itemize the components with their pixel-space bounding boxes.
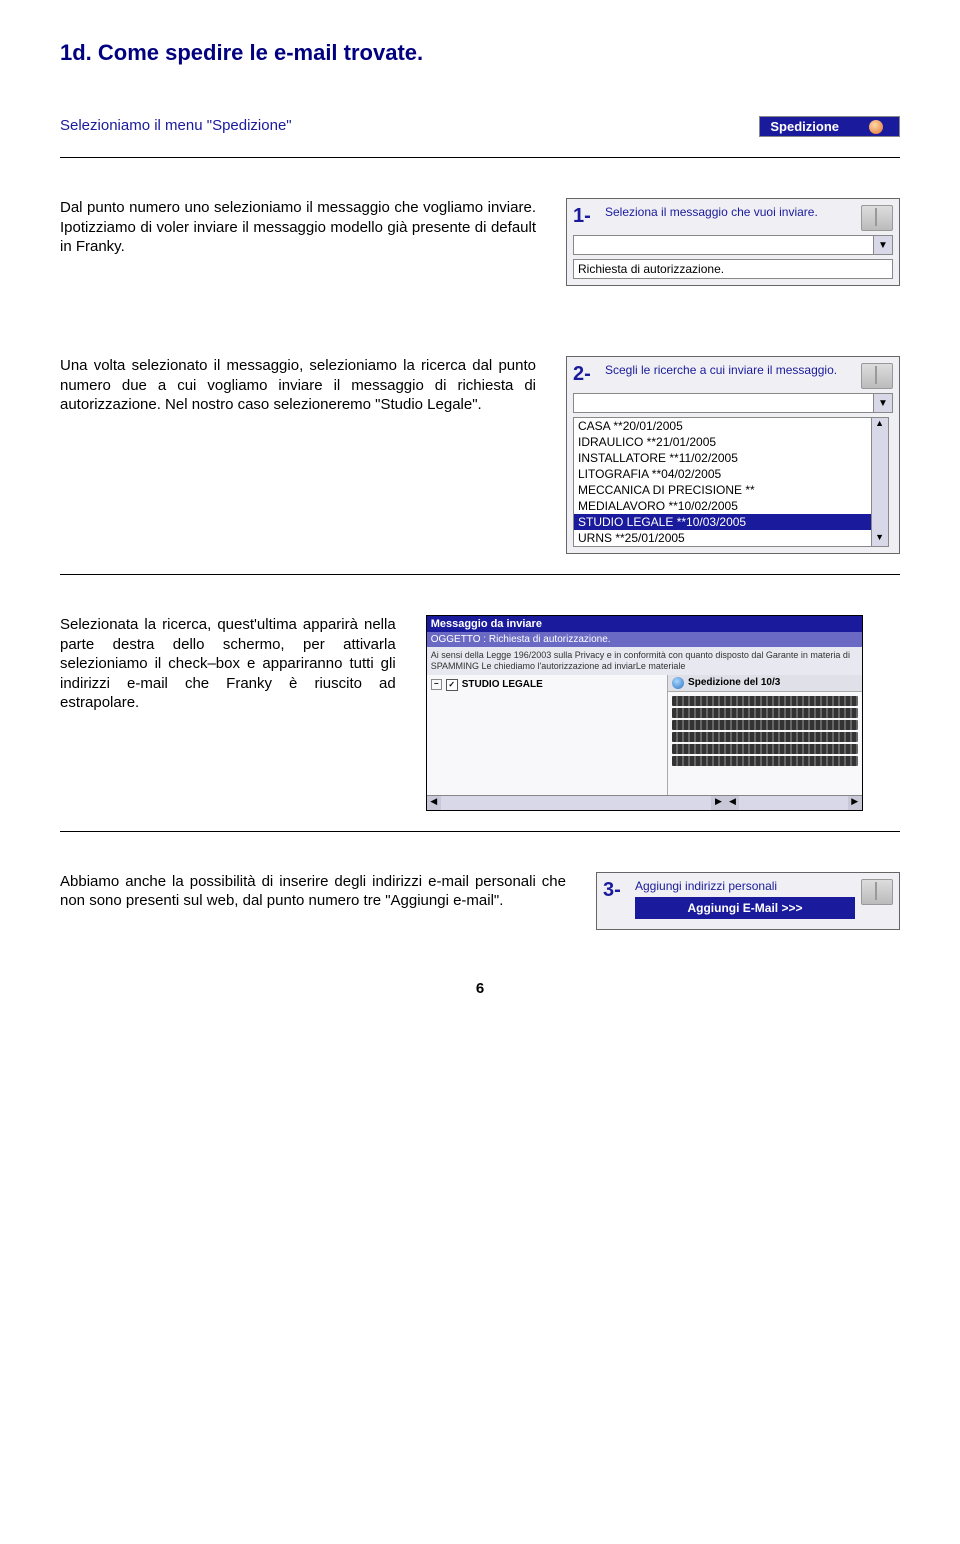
step2-box: 2- Scegli le ricerche a cui inviare il m… bbox=[566, 356, 900, 554]
divider bbox=[60, 831, 900, 832]
list-item[interactable]: LITOGRAFIA **04/02/2005 bbox=[574, 466, 871, 482]
list-item bbox=[672, 696, 858, 706]
section5-text: Abbiamo anche la possibilità di inserire… bbox=[60, 872, 566, 911]
chevron-down-icon[interactable]: ▼ bbox=[873, 394, 892, 412]
scroll-up-icon[interactable]: ▲ bbox=[872, 418, 888, 432]
list-item[interactable]: MEDIALAVORO **10/02/2005 bbox=[574, 498, 871, 514]
step1-dropdown-value bbox=[574, 236, 873, 254]
globe-icon bbox=[869, 120, 883, 134]
message-tree[interactable]: − ✓ STUDIO LEGALE bbox=[427, 675, 668, 795]
globe-icon bbox=[672, 677, 684, 689]
step3-number: 3- bbox=[603, 879, 629, 902]
page-title: 1d. Come spedire le e-mail trovate. bbox=[60, 40, 900, 66]
page-number: 6 bbox=[60, 980, 900, 997]
scroll-left-icon[interactable]: ◀ bbox=[725, 796, 739, 810]
book-icon bbox=[861, 363, 893, 389]
list-item bbox=[672, 708, 858, 718]
step1-field: Richiesta di autorizzazione. bbox=[573, 259, 893, 279]
list-item[interactable]: INSTALLATORE **11/02/2005 bbox=[574, 450, 871, 466]
message-right-header-label: Spedizione del 10/3 bbox=[688, 677, 780, 688]
message-right-header: Spedizione del 10/3 bbox=[668, 675, 862, 692]
message-panel-title: Messaggio da inviare bbox=[427, 616, 862, 632]
tree-checkbox[interactable]: ✓ bbox=[446, 679, 458, 691]
scroll-left-icon[interactable]: ◀ bbox=[427, 796, 441, 810]
message-panel-subject: OGGETTO : Richiesta di autorizzazione. bbox=[427, 632, 862, 647]
tree-label: STUDIO LEGALE bbox=[462, 679, 543, 690]
scroll-down-icon[interactable]: ▼ bbox=[872, 532, 888, 546]
list-item bbox=[672, 720, 858, 730]
step2-dropdown[interactable]: ▼ bbox=[573, 393, 893, 413]
email-list bbox=[668, 692, 862, 770]
divider bbox=[60, 157, 900, 158]
section1-text: Selezioniamo il menu "Spedizione" bbox=[60, 116, 729, 136]
section3-text: Una volta selezionato il messaggio, sele… bbox=[60, 356, 536, 415]
step1-number: 1- bbox=[573, 205, 599, 228]
book-icon bbox=[861, 205, 893, 231]
message-panel: Messaggio da inviare OGGETTO : Richiesta… bbox=[426, 615, 863, 811]
list-item[interactable]: STUDIO LEGALE **10/03/2005 bbox=[574, 514, 871, 530]
step2-text: Scegli le ricerche a cui inviare il mess… bbox=[605, 363, 855, 377]
spedizione-button[interactable]: Spedizione bbox=[759, 116, 900, 137]
list-item bbox=[672, 744, 858, 754]
section2-text: Dal punto numero uno selezioniamo il mes… bbox=[60, 198, 536, 257]
scrollbar[interactable]: ▲ ▼ bbox=[871, 418, 888, 546]
message-panel-body: Ai sensi della Legge 196/2003 sulla Priv… bbox=[427, 647, 862, 675]
step2-dropdown-value bbox=[574, 394, 873, 412]
step3-box: 3- Aggiungi indirizzi personali Aggiungi… bbox=[596, 872, 900, 930]
list-item[interactable]: URNS **25/01/2005 bbox=[574, 530, 871, 546]
step2-listbox[interactable]: CASA **20/01/2005IDRAULICO **21/01/2005I… bbox=[573, 417, 889, 547]
add-email-button[interactable]: Aggiungi E-Mail >>> bbox=[635, 897, 855, 919]
list-item[interactable]: IDRAULICO **21/01/2005 bbox=[574, 434, 871, 450]
scroll-right-icon[interactable]: ▶ bbox=[711, 796, 725, 810]
message-right-panel: Spedizione del 10/3 bbox=[668, 675, 862, 795]
list-item bbox=[672, 756, 858, 766]
list-item bbox=[672, 732, 858, 742]
step3-text: Aggiungi indirizzi personali bbox=[635, 879, 855, 893]
book-icon bbox=[861, 879, 893, 905]
list-item[interactable]: CASA **20/01/2005 bbox=[574, 418, 871, 434]
spedizione-button-label: Spedizione bbox=[770, 119, 839, 134]
step1-dropdown[interactable]: ▼ bbox=[573, 235, 893, 255]
tree-expand-icon[interactable]: − bbox=[431, 679, 442, 690]
step1-text: Seleziona il messaggio che vuoi inviare. bbox=[605, 205, 855, 219]
chevron-down-icon[interactable]: ▼ bbox=[873, 236, 892, 254]
horizontal-scrollbar[interactable]: ◀ ▶ ◀ ▶ bbox=[427, 795, 862, 810]
divider bbox=[60, 574, 900, 575]
scroll-right-icon[interactable]: ▶ bbox=[848, 796, 862, 810]
step2-number: 2- bbox=[573, 363, 599, 386]
step1-box: 1- Seleziona il messaggio che vuoi invia… bbox=[566, 198, 900, 286]
section4-text: Selezionata la ricerca, quest'ultima app… bbox=[60, 615, 396, 713]
list-item[interactable]: MECCANICA DI PRECISIONE ** bbox=[574, 482, 871, 498]
